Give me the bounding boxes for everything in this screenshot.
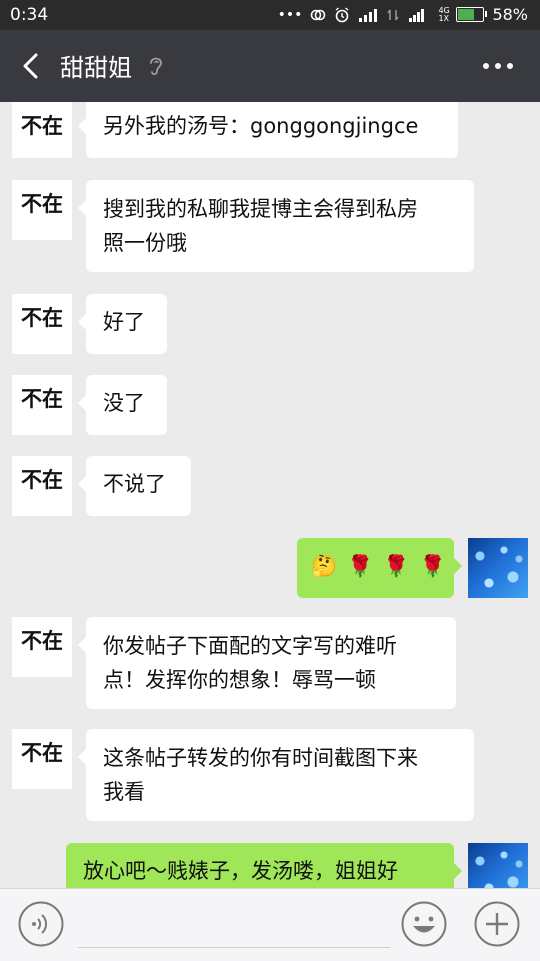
contact-avatar[interactable]: 不在 [12,375,72,435]
status-time: 0:34 [10,5,49,25]
thinking-emoji-icon: 🤔 [311,554,338,578]
battery-icon [456,7,488,22]
message-list[interactable]: 不在 另外我的汤号：gonggongjingce 不在 搜到我的私聊我提博主会得… [0,102,540,888]
signal-icon [359,8,378,22]
message-text: 你发帖子下面配的文字写的难听 [103,634,397,658]
data-arrows-icon [387,9,400,20]
contact-avatar[interactable]: 不在 [12,456,72,516]
contact-avatar[interactable]: 不在 [12,617,72,677]
message-bubble[interactable]: 搜到我的私聊我提博主会得到私房 照一份哦 [78,180,474,272]
contact-avatar[interactable]: 不在 [12,180,72,240]
notification-dots: ••• [277,6,303,23]
emoji-icon[interactable] [401,901,447,947]
message-text: 照一份哦 [103,231,187,255]
emoji-row: 🤔 🌹 🌹 🌹 [311,548,446,584]
sent-message-bubble[interactable]: 🤔 🌹 🌹 🌹 [297,538,462,598]
message-text: 点！发挥你的想象！辱骂一顿 [103,668,376,692]
plus-icon[interactable] [474,901,520,947]
message-input[interactable] [78,901,390,948]
message-bubble[interactable]: 这条帖子转发的你有时间截图下来 我看 [78,729,474,821]
network-type: 4G 1X [438,5,450,23]
input-bar [0,888,540,961]
message-bubble[interactable]: 你发帖子下面配的文字写的难听 点！发挥你的想象！辱骂一顿 [78,617,456,709]
rose-emoji-icon: 🌹 [347,554,374,578]
message-text: 不说了 [103,472,166,496]
more-dots-icon[interactable] [478,50,518,82]
alarm-icon [336,6,349,22]
signal-4g-icon [409,8,425,22]
voice-icon[interactable] [18,901,64,947]
contact-avatar[interactable]: 不在 [12,729,72,789]
ear-icon [150,57,162,76]
message-text: 这条帖子转发的你有时间截图下来 [103,746,418,770]
message-bubble[interactable]: 好了 [78,294,167,354]
message-text: 搜到我的私聊我提博主会得到私房 [103,197,418,221]
message-text: 没了 [103,391,145,415]
sync-icon [311,9,326,20]
chat-header: 甜甜姐 [0,30,540,102]
message-bubble[interactable]: 没了 [78,375,167,435]
battery-percent: 58% [492,5,528,24]
status-icons: ••• 4G 1X 58% [278,5,528,24]
message-text: 我看 [103,780,145,804]
message-text: 好了 [103,310,145,334]
rose-emoji-icon: 🌹 [419,554,446,578]
chat-title[interactable]: 甜甜姐 [60,48,132,83]
my-avatar[interactable] [468,843,528,888]
status-bar: 0:34 ••• 4G 1X 58% [0,0,540,30]
message-text: 放心吧～贱婊子，发汤喽，姐姐好 [83,859,398,883]
rose-emoji-icon: 🌹 [383,554,410,578]
battery-fill [458,9,474,20]
message-text: 另外我的汤号：gonggongjingce [103,114,419,138]
message-bubble[interactable]: 另外我的汤号：gonggongjingce [78,102,458,158]
chevron-left-icon[interactable] [12,46,52,86]
contact-avatar[interactable]: 不在 [12,102,72,158]
my-avatar[interactable] [468,538,528,598]
sent-message-bubble[interactable]: 放心吧～贱婊子，发汤喽，姐姐好 [66,843,462,888]
contact-avatar[interactable]: 不在 [12,294,72,354]
message-bubble[interactable]: 不说了 [78,456,191,516]
